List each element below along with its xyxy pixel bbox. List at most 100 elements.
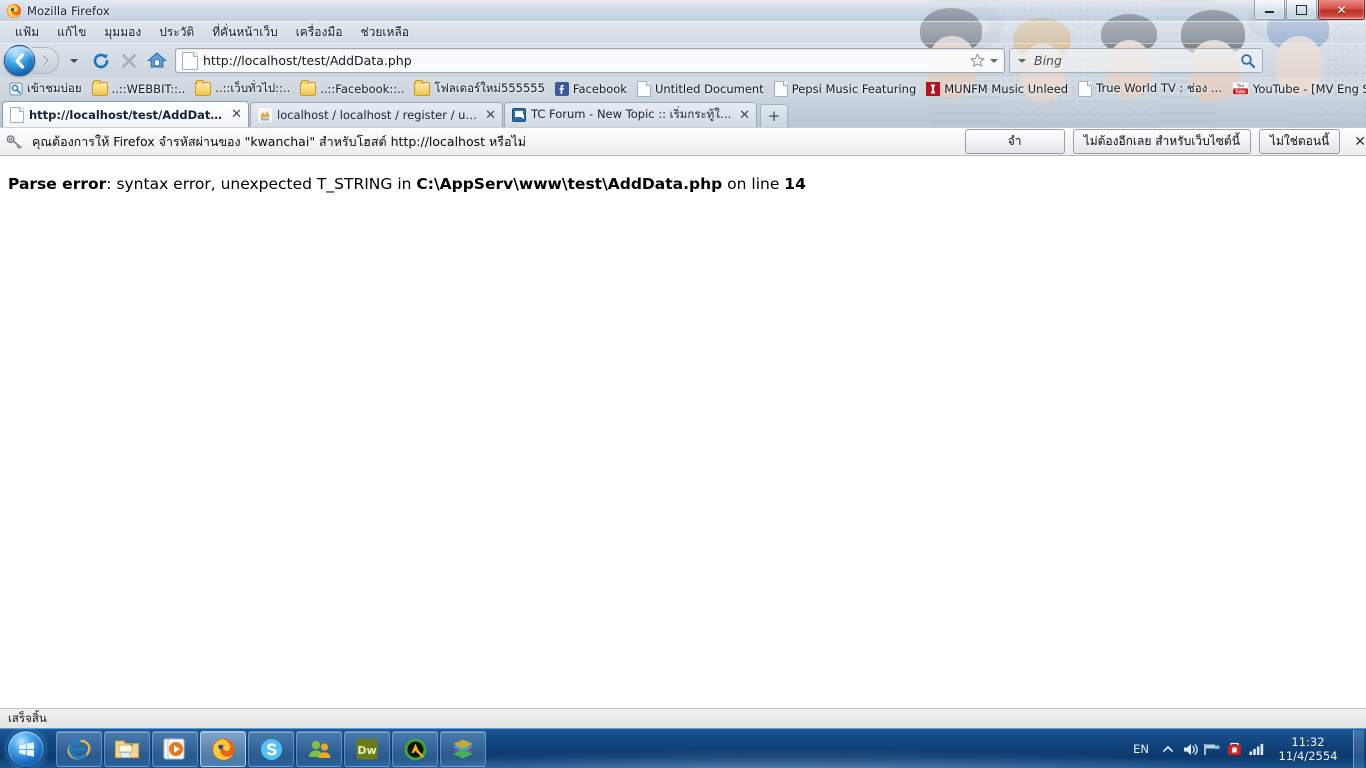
tab-label: localhost / localhost / register / use..… <box>277 108 479 122</box>
close-icon: ✕ <box>1336 2 1347 17</box>
page-icon <box>773 80 788 97</box>
window-title: Mozilla Firefox <box>27 3 110 18</box>
bookmark-folder-general-web[interactable]: ..::เว็บทั่วไป::.. <box>190 79 295 99</box>
folder-icon <box>91 79 108 96</box>
bookmark-most-visited[interactable]: เข้าชมบ่อย <box>4 79 87 99</box>
home-button[interactable] <box>143 47 171 75</box>
taskbar-dreamweaver[interactable]: Dw <box>344 731 390 767</box>
taskbar-msn[interactable] <box>296 731 342 767</box>
network-icon <box>1204 744 1220 755</box>
search-engine-dropdown[interactable] <box>1014 58 1030 63</box>
close-window-button[interactable]: ✕ <box>1318 0 1365 20</box>
menu-help[interactable]: ช่วยเหลือ <box>351 23 418 42</box>
chevron-up-icon <box>1163 746 1173 752</box>
taskbar-explorer[interactable] <box>104 731 150 767</box>
menu-history[interactable]: ประวัติ <box>150 23 203 42</box>
volume-button[interactable] <box>1179 734 1201 764</box>
menu-file[interactable]: แฟ้ม <box>6 23 48 42</box>
tab-tc-forum[interactable]: TC Forum - New Topic :: เริ่มกระทู้ใหม่ … <box>504 102 757 127</box>
error-separator: : <box>106 175 117 193</box>
volume-icon <box>1183 743 1198 755</box>
show-hidden-icons-button[interactable] <box>1157 734 1179 764</box>
bookmark-label: Untitled Document <box>654 81 764 96</box>
taskbar: Dw EN 11:32 11/4/2554 <box>0 728 1366 768</box>
restore-button[interactable] <box>1286 0 1317 20</box>
signal-button[interactable] <box>1245 734 1267 764</box>
bookmark-true-world-tv[interactable]: True World TV : ช่อง ... <box>1073 79 1227 99</box>
system-tray: EN 11:32 11/4/2554 <box>1125 729 1366 768</box>
status-text: เสร็จสิ้น <box>8 711 47 725</box>
svg-text:You: You <box>1236 83 1245 89</box>
windows-logo-icon <box>7 730 45 768</box>
appserv-icon <box>404 738 426 760</box>
search-bar[interactable]: Bing <box>1009 48 1263 73</box>
taskbar-firefox[interactable] <box>200 731 246 767</box>
search-icon[interactable] <box>1238 53 1258 69</box>
error-message: syntax error, unexpected T_STRING in <box>116 175 417 193</box>
bookmark-folder-new[interactable]: โฟลเดอร์ใหม่555555 <box>409 79 550 99</box>
windows-explorer-icon <box>114 740 140 759</box>
firefox-icon <box>212 738 234 760</box>
start-button[interactable] <box>0 730 52 768</box>
menu-bookmarks[interactable]: ที่คั่นหน้าเว็บ <box>203 23 286 42</box>
tab-close-icon[interactable]: ✕ <box>737 109 750 122</box>
error-line-number: 14 <box>784 175 806 193</box>
menu-edit[interactable]: แก้ไข <box>48 23 95 42</box>
bookmark-munfm[interactable]: MUNFM Music Unleed <box>921 81 1073 97</box>
chevron-down-icon <box>1018 58 1026 63</box>
winrar-icon <box>453 739 473 759</box>
page-icon <box>636 80 651 97</box>
reload-button[interactable] <box>87 47 115 75</box>
never-for-this-site-button[interactable]: ไม่ต้องอีกเลย สำหรับเว็บไซต์นี้ <box>1072 129 1251 154</box>
phpmyadmin-icon: PMA <box>258 108 272 122</box>
not-now-button[interactable]: ไม่ใช่ตอนนี้ <box>1258 129 1341 154</box>
close-icon <box>122 53 136 68</box>
clock[interactable]: 11:32 11/4/2554 <box>1267 735 1349 763</box>
bookmark-folder-webbit[interactable]: ..::WEBBIT::.. <box>87 79 191 97</box>
taskbar-media-player[interactable] <box>152 731 198 767</box>
taskbar-appserv[interactable] <box>392 731 438 767</box>
address-dropdown-button[interactable] <box>988 58 1000 63</box>
bookmark-star-button[interactable] <box>966 53 988 68</box>
bookmark-label: เข้าชมบ่อย <box>27 80 82 95</box>
bookmark-pepsi-music[interactable]: Pepsi Music Featuring <box>769 80 922 98</box>
remember-password-button[interactable]: จำ <box>964 129 1065 154</box>
folder-icon <box>414 79 431 96</box>
minimize-button[interactable] <box>1254 0 1285 20</box>
forum-icon <box>512 108 526 122</box>
skype-icon <box>260 738 282 760</box>
bookmark-youtube[interactable]: You Tube YouTube - [MV Eng Su... <box>1227 81 1366 97</box>
stop-button[interactable] <box>115 47 143 75</box>
history-dropdown-button[interactable] <box>67 48 81 73</box>
new-tab-button[interactable]: + <box>760 104 788 127</box>
menu-view[interactable]: มุมมอง <box>95 23 150 42</box>
language-indicator[interactable]: EN <box>1125 742 1157 756</box>
tab-close-icon[interactable]: ✕ <box>483 109 496 122</box>
menu-tools[interactable]: เครื่องมือ <box>287 23 352 42</box>
taskbar-winrar[interactable] <box>440 731 486 767</box>
menu-bar: แฟ้ม แก้ไข มุมมอง ประวัติ ที่คั่นหน้าเว็… <box>0 22 1366 44</box>
search-input[interactable]: Bing <box>1030 53 1238 68</box>
address-bar[interactable]: http://localhost/test/AddData.php <box>175 48 1005 73</box>
bookmark-untitled-document[interactable]: Untitled Document <box>632 80 769 98</box>
taskbar-internet-explorer[interactable] <box>56 731 102 767</box>
php-parse-error: Parse error: syntax error, unexpected T_… <box>8 174 1358 194</box>
windows-media-player-icon <box>163 738 185 760</box>
bookmark-label: ..::WEBBIT::.. <box>111 81 186 96</box>
show-desktop-button[interactable] <box>1353 730 1364 768</box>
bookmark-folder-facebook[interactable]: ..::Facebook::.. <box>295 79 409 97</box>
network-button[interactable] <box>1201 734 1223 764</box>
bookmark-label: Facebook <box>572 81 627 96</box>
tab-adddata[interactable]: http://localhost/test/AddData.php ✕ <box>2 101 249 127</box>
notification-message: คุณต้องการให้ Firefox จำรหัสผ่านของ "kwa… <box>32 133 527 149</box>
notification-close-icon[interactable]: ✕ <box>1348 134 1366 150</box>
bookmark-facebook[interactable]: Facebook <box>550 81 632 97</box>
forward-button[interactable] <box>32 47 59 74</box>
tab-phpmyadmin[interactable]: PMA localhost / localhost / register / u… <box>250 102 503 127</box>
taskbar-skype[interactable] <box>248 731 294 767</box>
star-icon <box>970 53 984 67</box>
tab-close-icon[interactable]: ✕ <box>229 108 242 121</box>
bookmark-label: True World TV : ช่อง ... <box>1096 80 1222 95</box>
antivirus-button[interactable] <box>1223 734 1245 764</box>
back-button[interactable] <box>4 45 35 76</box>
